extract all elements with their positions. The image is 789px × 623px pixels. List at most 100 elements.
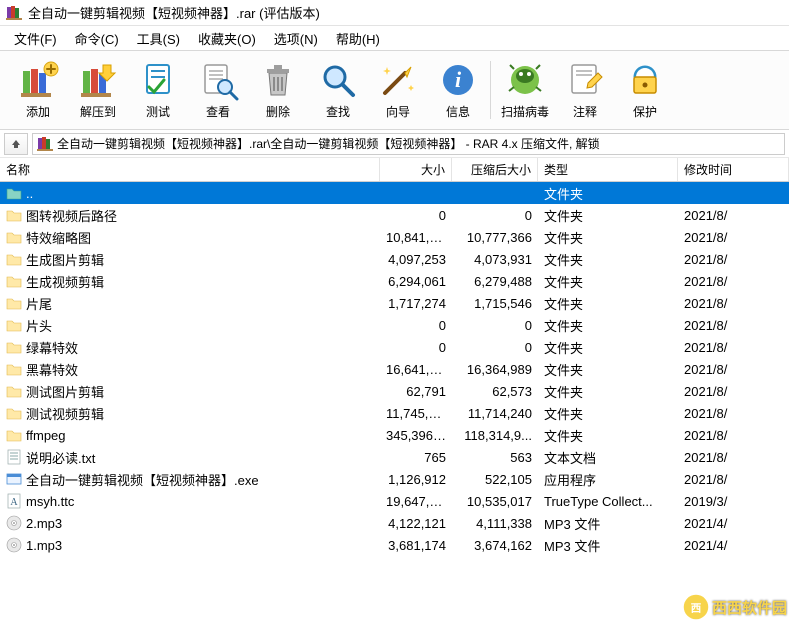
toolbar-wizard-button[interactable]: 向导 [368,57,428,122]
table-row[interactable]: 黑幕特效 16,641,652 16,364,989 文件夹 2021/8/ [0,358,789,380]
file-packed: 10,777,366 [452,230,538,245]
toolbar-info-label: 信息 [446,103,470,120]
mp3-icon [6,537,22,553]
file-date: 2021/8/ [678,340,789,355]
table-row[interactable]: 1.mp3 3,681,174 3,674,162 MP3 文件 2021/4/ [0,534,789,556]
file-size: 19,647,736 [380,494,452,509]
toolbar-comment-label: 注释 [573,103,597,120]
file-type: 应用程序 [538,470,678,489]
toolbar-comment-button[interactable]: 注释 [555,57,615,122]
folder-icon [6,317,22,333]
file-size: 1,717,274 [380,296,452,311]
folder-icon [6,273,22,289]
column-size[interactable]: 大小 [380,158,452,181]
column-type[interactable]: 类型 [538,158,678,181]
archive-icon [37,136,53,152]
file-name: 片尾 [26,294,52,313]
table-row[interactable]: 片头 0 0 文件夹 2021/8/ [0,314,789,336]
column-name[interactable]: 名称 [0,158,380,181]
file-packed: 11,714,240 [452,406,538,421]
file-packed: 1,715,546 [452,296,538,311]
parent-row-name: .. [26,186,33,201]
delete-icon [257,59,299,101]
test-icon [137,59,179,101]
folder-icon [6,405,22,421]
toolbar-protect-button[interactable]: 保护 [615,57,675,122]
menu-help[interactable]: 帮助(H) [332,27,384,50]
table-row[interactable]: 测试视频剪辑 11,745,862 11,714,240 文件夹 2021/8/ [0,402,789,424]
file-size: 11,745,862 [380,406,452,421]
table-row[interactable]: 说明必读.txt 765 563 文本文档 2021/8/ [0,446,789,468]
list-header: 名称 大小 压缩后大小 类型 修改时间 [0,158,789,182]
toolbar-info-button[interactable]: 信息 [428,57,488,122]
folder-icon [6,427,22,443]
file-packed: 62,573 [452,384,538,399]
up-arrow-icon [9,137,23,151]
toolbar-view-button[interactable]: 查看 [188,57,248,122]
file-packed: 4,111,338 [452,516,538,531]
file-type: 文件夹 [538,250,678,269]
table-row[interactable]: 全自动一键剪辑视频【短视频神器】.exe 1,126,912 522,105 应… [0,468,789,490]
file-packed: 522,105 [452,472,538,487]
file-size: 345,396,1... [380,428,452,443]
toolbar-find-label: 查找 [326,103,350,120]
menu-options[interactable]: 选项(N) [270,27,322,50]
menu-command[interactable]: 命令(C) [71,27,123,50]
table-row[interactable]: 测试图片剪辑 62,791 62,573 文件夹 2021/8/ [0,380,789,402]
file-name: 片头 [26,316,52,335]
file-packed: 0 [452,208,538,223]
table-row[interactable]: 绿幕特效 0 0 文件夹 2021/8/ [0,336,789,358]
table-row[interactable]: msyh.ttc 19,647,736 10,535,017 TrueType … [0,490,789,512]
file-size: 10,841,777 [380,230,452,245]
column-date[interactable]: 修改时间 [678,158,789,181]
file-name: 全自动一键剪辑视频【短视频神器】.exe [26,470,259,489]
file-name: 生成视频剪辑 [26,272,104,291]
file-date: 2021/4/ [678,516,789,531]
folder-icon [6,229,22,245]
file-date: 2021/8/ [678,406,789,421]
toolbar-scan-button[interactable]: 扫描病毒 [495,57,555,122]
toolbar-delete-button[interactable]: 删除 [248,57,308,122]
file-type: 文件夹 [538,404,678,423]
menu-tools[interactable]: 工具(S) [133,27,184,50]
file-list[interactable]: .. 文件夹 图转视频后路径 0 0 文件夹 2021/8/ 特效缩略图 10,… [0,182,789,623]
toolbar-add-button[interactable]: 添加 [8,57,68,122]
toolbar-test-button[interactable]: 测试 [128,57,188,122]
file-date: 2021/8/ [678,208,789,223]
menu-favorites[interactable]: 收藏夹(O) [194,27,260,50]
file-packed: 16,364,989 [452,362,538,377]
file-packed: 10,535,017 [452,494,538,509]
table-row[interactable]: 生成视频剪辑 6,294,061 6,279,488 文件夹 2021/8/ [0,270,789,292]
file-type: 文件夹 [538,426,678,445]
file-size: 0 [380,208,452,223]
parent-folder-row[interactable]: .. 文件夹 [0,182,789,204]
path-box[interactable]: 全自动一键剪辑视频【短视频神器】.rar\全自动一键剪辑视频【短视频神器】 - … [32,133,785,155]
file-type: 文本文档 [538,448,678,467]
add-icon [17,59,59,101]
table-row[interactable]: 生成图片剪辑 4,097,253 4,073,931 文件夹 2021/8/ [0,248,789,270]
file-name: 黑幕特效 [26,360,78,379]
column-packed[interactable]: 压缩后大小 [452,158,538,181]
file-type: MP3 文件 [538,536,678,555]
file-size: 1,126,912 [380,472,452,487]
table-row[interactable]: 特效缩略图 10,841,777 10,777,366 文件夹 2021/8/ [0,226,789,248]
lock-icon [624,59,666,101]
file-type: MP3 文件 [538,514,678,533]
file-size: 4,097,253 [380,252,452,267]
path-text: 全自动一键剪辑视频【短视频神器】.rar\全自动一键剪辑视频【短视频神器】 - … [57,135,600,152]
folder-icon [6,295,22,311]
file-name: 特效缩略图 [26,228,91,247]
menu-file[interactable]: 文件(F) [10,27,61,50]
toolbar-separator [490,61,491,119]
toolbar-find-button[interactable]: 查找 [308,57,368,122]
toolbar-extract-button[interactable]: 解压到 [68,57,128,122]
table-row[interactable]: ffmpeg 345,396,1... 118,314,9... 文件夹 202… [0,424,789,446]
file-name: ffmpeg [26,428,66,443]
table-row[interactable]: 图转视频后路径 0 0 文件夹 2021/8/ [0,204,789,226]
folder-icon [6,207,22,223]
table-row[interactable]: 2.mp3 4,122,121 4,111,338 MP3 文件 2021/4/ [0,512,789,534]
up-button[interactable] [4,133,28,155]
table-row[interactable]: 片尾 1,717,274 1,715,546 文件夹 2021/8/ [0,292,789,314]
file-type: TrueType Collect... [538,494,678,509]
file-packed: 563 [452,450,538,465]
